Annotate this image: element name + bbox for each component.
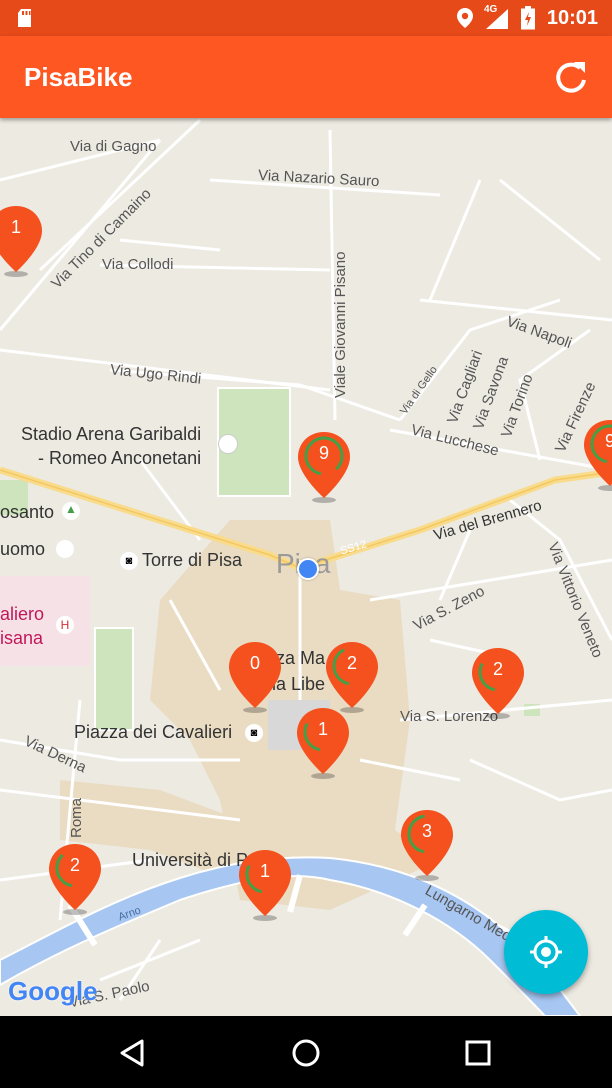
location-icon [457,8,473,28]
marker-pin-icon [401,810,453,881]
bike-station-marker[interactable]: 0 [227,640,283,716]
marker-count: 9 [318,443,329,463]
bike-station-marker[interactable]: 2 [324,640,380,716]
navigation-bar [0,1016,612,1088]
poi-torre: Torre di Pisa [142,550,243,570]
bike-station-marker[interactable]: 3 [399,808,455,884]
park-icon: ▲ [62,502,80,520]
clock: 10:01 [546,7,598,29]
marker-pin-icon [49,844,101,915]
poi-stadio-line2: - Romeo Anconetani [38,448,202,468]
marker-count: 2 [69,855,80,875]
poi-camposanto: osanto [0,502,55,522]
poi-stadio-line1: Stadio Arena Garibaldi [21,424,202,444]
current-location-dot [297,558,319,580]
hospital-icon: H [56,616,74,634]
my-location-icon [530,936,562,968]
bike-station-marker[interactable]: 1 [0,204,44,280]
battery-icon [521,6,535,30]
street-label: Via Collodi [102,256,174,273]
marker-pin-icon [584,420,612,491]
marker-count: 1 [259,861,270,881]
marker-count: 2 [346,653,357,673]
app-title: PisaBike [24,62,133,92]
marker-pin-icon [297,708,349,779]
bike-station-marker[interactable]: 1 [295,706,351,782]
poi-ospedale-line2: isana [0,628,44,648]
bike-station-marker[interactable]: 9 [582,418,612,494]
google-logo: Google [8,976,98,1006]
camera-icon: ◙ [120,552,138,570]
church-icon [56,540,74,558]
sd-card-icon [18,9,31,27]
marker-count: 1 [317,719,328,739]
marker-count: 0 [249,653,260,673]
app-bar: PisaBike [0,36,612,118]
poi-universita: Università di P [132,850,249,870]
marker-pin-icon [239,850,291,921]
street-label: Roma [68,797,85,838]
bike-station-marker[interactable]: 9 [296,430,352,506]
poi-cavalieri: Piazza dei Cavalieri [74,722,233,742]
bike-station-marker[interactable]: 1 [237,848,293,924]
poi-piazza-ma: za Ma [276,648,326,668]
marker-count: 3 [421,821,432,841]
stadium-icon [218,434,238,454]
marker-pin-icon [298,432,350,503]
signal-icon [486,9,508,29]
marker-pin-icon [229,642,281,713]
marker-count: 9 [604,431,612,451]
back-icon[interactable] [118,1038,148,1068]
marker-count: 2 [492,659,503,679]
my-location-button[interactable] [504,910,588,994]
marker-pin-icon [472,648,524,719]
home-icon[interactable] [290,1037,322,1069]
bike-station-marker[interactable]: 2 [470,646,526,722]
poi-ospedale-line1: aliero [0,604,45,624]
refresh-icon[interactable] [550,56,592,98]
poi-duomo: uomo [0,539,46,559]
marker-pin-icon [0,206,42,277]
status-bar: 4G 10:01 [0,0,612,36]
recents-icon[interactable] [464,1039,492,1067]
camera-icon: ◙ [245,724,263,742]
street-label: Viale Giovanni Pisano [332,251,349,398]
marker-count: 1 [10,217,21,237]
marker-pin-icon [326,642,378,713]
bike-station-marker[interactable]: 2 [47,842,103,918]
street-label: Via di Gagno [70,138,157,155]
map-view[interactable]: Via di Gagno Via Nazario Sauro Via Tino … [0,118,612,1016]
